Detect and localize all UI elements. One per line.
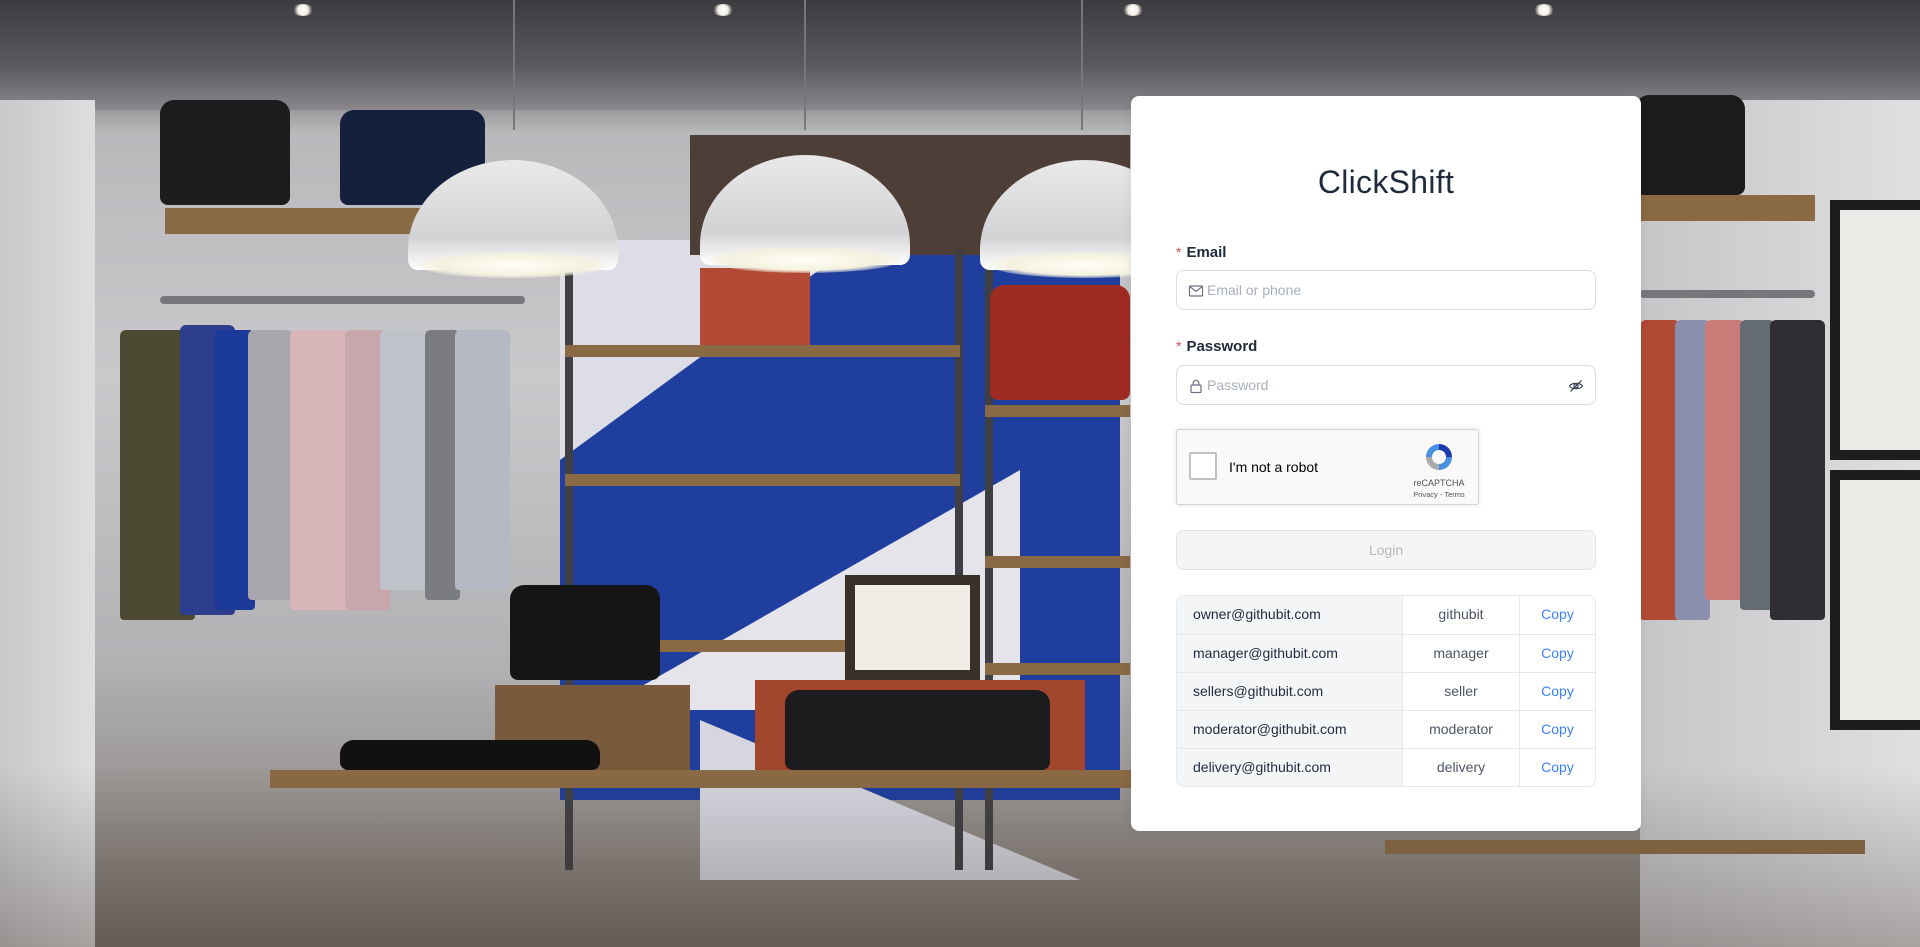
shelf [985,663,1130,675]
garment [1705,320,1745,600]
copy-button[interactable]: Copy [1520,635,1595,672]
account-email: delivery@githubit.com [1177,749,1403,786]
mail-icon [1188,283,1204,299]
recaptcha-brand: reCAPTCHA [1413,478,1465,488]
clothing-rail [1640,290,1815,298]
login-card: ClickShift * Email Email or phone * Passwo… [1131,96,1641,831]
ceiling-spotlight [292,4,314,16]
account-role: moderator [1403,711,1520,748]
demo-accounts-table: owner@githubit.com githubit Copy manager@gi… [1176,595,1596,787]
wall-frame-inner [1840,210,1920,450]
required-marker: * [1176,244,1182,260]
lock-icon [1188,378,1204,394]
shelf [565,474,960,486]
wall-letter [700,268,810,348]
shelf [565,345,960,357]
ceiling-spotlight [1122,4,1144,16]
garment [1640,320,1680,620]
recaptcha-widget: I'm not a robot reCAPTCHA Privacy - Term… [1176,429,1479,505]
account-email: manager@githubit.com [1177,635,1403,672]
recaptcha-checkbox[interactable] [1189,452,1217,480]
account-role: seller [1403,673,1520,710]
shelf [165,208,425,234]
ceiling-spotlight [712,4,734,16]
account-role: githubit [1403,596,1520,634]
shelf [985,405,1130,417]
ceiling [0,0,1920,110]
table-row: moderator@githubit.com moderator Copy [1177,710,1595,748]
login-button[interactable]: Login [1176,530,1596,570]
shelf [1640,195,1815,221]
account-email: moderator@githubit.com [1177,711,1403,748]
password-label-row: * Password [1176,338,1257,355]
email-field[interactable]: Email or phone [1176,270,1596,310]
garment [248,330,293,600]
picture-frame-inner [855,585,970,670]
copy-button[interactable]: Copy [1520,749,1595,786]
bag [160,100,290,205]
table-row: delivery@githubit.com delivery Copy [1177,748,1595,786]
bag [990,285,1130,400]
boot [510,585,660,680]
ceiling-spotlight [1533,4,1555,16]
garment [290,330,350,610]
copy-button[interactable]: Copy [1520,711,1595,748]
bag [1635,95,1745,195]
email-label: Email [1186,244,1227,261]
email-label-row: * Email [1176,244,1226,261]
table-row: sellers@githubit.com seller Copy [1177,672,1595,710]
account-role: manager [1403,635,1520,672]
recaptcha-label: I'm not a robot [1229,459,1319,475]
wall-frame-inner [1840,480,1920,720]
recaptcha-links[interactable]: Privacy - Terms [1407,490,1471,499]
required-marker: * [1176,338,1182,354]
garment [1770,320,1825,620]
lamp-cord [804,0,806,130]
account-email: sellers@githubit.com [1177,673,1403,710]
password-field[interactable]: Password [1176,365,1596,405]
clothing-rail [160,296,525,304]
table-row: manager@githubit.com manager Copy [1177,634,1595,672]
copy-button[interactable]: Copy [1520,673,1595,710]
recaptcha-logo-icon [1422,440,1456,474]
copy-button[interactable]: Copy [1520,596,1595,634]
garment [455,330,510,590]
lamp-cord [513,0,515,130]
folded-clothes [340,740,600,770]
bag [785,690,1050,770]
password-placeholder: Password [1207,377,1269,393]
password-label: Password [1186,338,1258,355]
eye-off-icon[interactable] [1568,378,1584,394]
shelf [985,556,1130,568]
app-title: ClickShift [1317,164,1455,200]
table-row: owner@githubit.com githubit Copy [1177,596,1595,634]
account-role: delivery [1403,749,1520,786]
account-email: owner@githubit.com [1177,596,1403,634]
lamp-cord [1081,0,1083,130]
email-placeholder: Email or phone [1207,282,1302,298]
